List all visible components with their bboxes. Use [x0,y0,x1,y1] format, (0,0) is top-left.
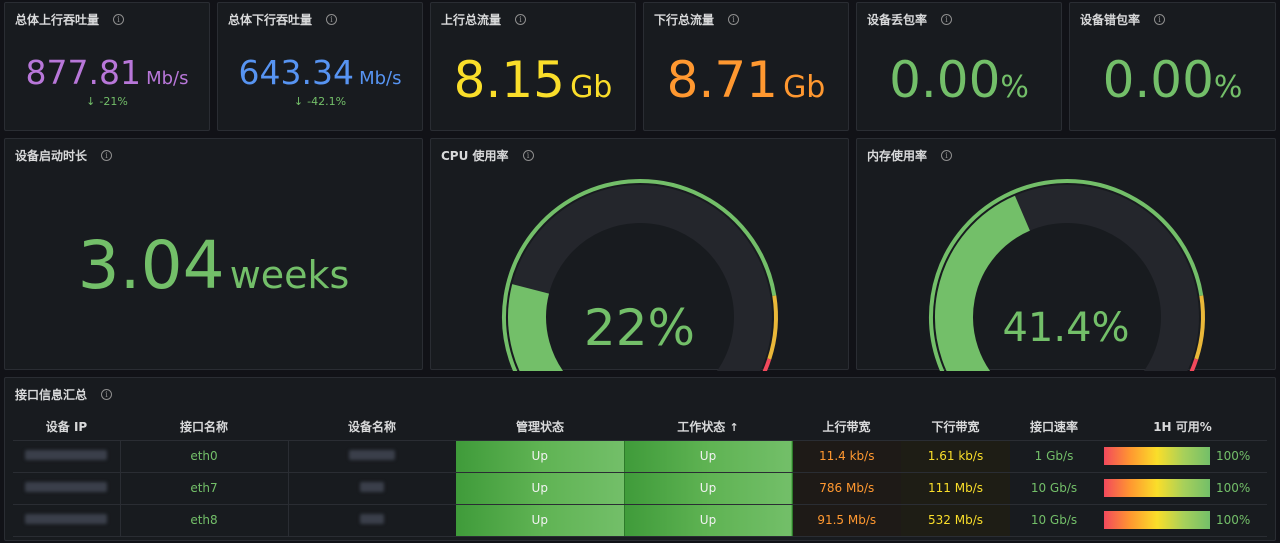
panel-title: 总体下行吞吐量 [228,13,313,27]
table-row[interactable]: eth7 Up Up 786 Mb/s 111 Mb/s 10 Gb/s 100… [13,472,1267,505]
info-icon[interactable]: i [101,389,113,400]
stat-unit: % [1000,70,1029,105]
panel-title: 总体上行吞吐量 [15,13,100,27]
cell-speed: 10 Gb/s [1010,504,1098,537]
cell-oper-status: Up [624,440,793,473]
stat-value: 0.00 [889,51,1001,109]
stat-panel-packet-error[interactable]: 设备错包率 i 0.00% [1069,2,1276,131]
panel-title: 下行总流量 [654,13,715,27]
panel-title: 设备启动时长 [15,149,88,163]
panel-title: 设备错包率 [1080,13,1141,27]
info-icon[interactable]: i [113,14,125,25]
stat-unit: Gb [570,70,613,105]
cell-admin-status: Up [456,440,625,473]
sort-asc-icon: ↑ [729,421,739,435]
cell-down-bw: 111 Mb/s [901,472,1010,505]
cell-up-bw: 91.5 Mb/s [792,504,901,537]
availability-bar [1104,511,1210,529]
cell-device [288,440,456,473]
cell-device [288,504,456,537]
panel-title: 设备丢包率 [867,13,928,27]
stat-value: 877.81 [25,53,141,92]
cell-oper-status: Up [624,504,793,537]
column-header-device[interactable]: 设备名称 [288,414,456,441]
interface-table-panel[interactable]: 接口信息汇总 i 设备 IP 接口名称 设备名称 管理状态 工作状态 ↑ 上行带宽… [4,377,1276,541]
cell-device [288,472,456,505]
column-header-interface[interactable]: 接口名称 [120,414,288,441]
column-header-oper-status[interactable]: 工作状态 ↑ [624,414,792,441]
availability-bar [1104,447,1210,465]
arrow-down-icon: ↓ [86,95,96,108]
panel-title: 上行总流量 [441,13,502,27]
gauge-value: 41.4% [1002,305,1130,351]
stat-delta: -21% [99,95,128,108]
redacted-device [360,482,385,492]
info-icon[interactable]: i [515,14,527,25]
cell-admin-status: Up [456,472,625,505]
cell-availability: 100% [1098,504,1267,537]
stat-value: 8.15 [453,51,565,109]
stat-panel-downlink-total[interactable]: 下行总流量 i 8.71 Gb [643,2,849,131]
cell-ip [13,440,121,473]
cell-up-bw: 786 Mb/s [792,472,901,505]
stat-value: 8.71 [666,51,778,109]
stat-delta: -42.1% [307,95,347,108]
cell-speed: 10 Gb/s [1010,472,1098,505]
cell-up-bw: 11.4 kb/s [792,440,901,473]
cell-admin-status: Up [456,504,625,537]
redacted-ip [25,482,108,492]
stat-panel-packet-loss[interactable]: 设备丢包率 i 0.00% [856,2,1062,131]
availability-bar [1104,479,1210,497]
column-header-admin-status[interactable]: 管理状态 [456,414,624,441]
stat-panel-uptime[interactable]: 设备启动时长 i 3.04 weeks [4,138,423,370]
column-header-down-bw[interactable]: 下行带宽 [901,414,1010,441]
panel-title: 接口信息汇总 [15,388,88,402]
cell-ip [13,504,121,537]
stat-panel-downlink-throughput[interactable]: 总体下行吞吐量 i 643.34 Mb/s ↓ -42.1% [217,2,423,131]
cell-speed: 1 Gb/s [1010,440,1098,473]
table-header-row: 设备 IP 接口名称 设备名称 管理状态 工作状态 ↑ 上行带宽 下行带宽 接口… [13,414,1267,441]
redacted-ip [25,450,108,460]
column-header-speed[interactable]: 接口速率 [1010,414,1098,441]
gauge-panel-cpu[interactable]: CPU 使用率 i 22% [430,138,849,371]
cell-interface: eth8 [120,504,289,537]
table-row[interactable]: eth0 Up Up 11.4 kb/s 1.61 kb/s 1 Gb/s 10… [13,440,1267,473]
interface-table: 设备 IP 接口名称 设备名称 管理状态 工作状态 ↑ 上行带宽 下行带宽 接口… [13,414,1267,537]
cell-down-bw: 532 Mb/s [901,504,1010,537]
stat-panel-uplink-throughput[interactable]: 总体上行吞吐量 i 877.81 Mb/s ↓ -21% [4,2,210,131]
cell-availability: 100% [1098,472,1267,505]
stat-value: 0.00 [1102,51,1214,109]
stat-unit: % [1213,70,1243,105]
cell-interface: eth0 [120,440,289,473]
info-icon[interactable]: i [941,14,953,25]
cell-oper-status: Up [624,472,793,505]
stat-unit: Mb/s [146,68,189,89]
stat-unit: Gb [783,70,826,105]
gauge-panel-memory[interactable]: 内存使用率 i 41.4% [856,138,1276,371]
info-icon[interactable]: i [1154,14,1166,25]
stat-panel-uplink-total[interactable]: 上行总流量 i 8.15 Gb [430,2,636,131]
info-icon[interactable]: i [728,14,740,25]
stat-unit: Mb/s [359,68,402,89]
info-icon[interactable]: i [101,150,113,161]
redacted-device [349,450,396,460]
stat-value: 643.34 [238,53,354,92]
cell-down-bw: 1.61 kb/s [901,440,1010,473]
stat-unit: weeks [229,253,350,297]
column-header-availability[interactable]: 1H 可用% [1098,414,1267,441]
column-header-ip[interactable]: 设备 IP [13,414,120,441]
redacted-ip [25,514,108,524]
info-icon[interactable]: i [326,14,338,25]
table-row[interactable]: eth8 Up Up 91.5 Mb/s 532 Mb/s 10 Gb/s 10… [13,504,1267,537]
column-header-up-bw[interactable]: 上行带宽 [792,414,901,441]
cell-ip [13,472,121,505]
cell-availability: 100% [1098,440,1267,473]
gauge-value: 22% [583,299,696,357]
redacted-device [360,514,385,524]
arrow-down-icon: ↓ [293,95,304,108]
stat-value: 3.04 [77,227,225,304]
cell-interface: eth7 [120,472,289,505]
